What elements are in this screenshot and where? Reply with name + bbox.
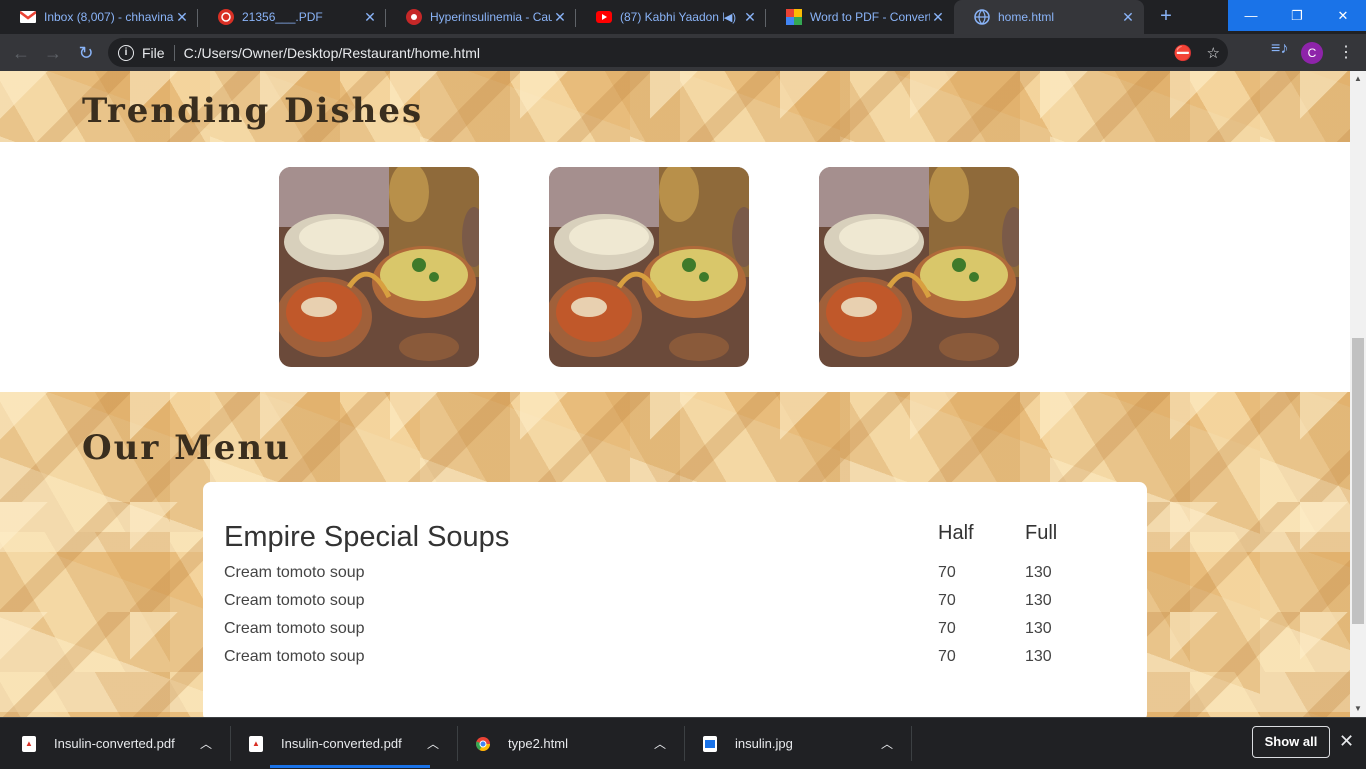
back-button[interactable]: ← [8, 40, 34, 66]
close-tab-icon[interactable]: ✕ [174, 9, 190, 26]
tab-title: Word to PDF - Convert [810, 10, 930, 24]
extension-blocked-icon[interactable]: ⛔ [1174, 44, 1193, 62]
download-divider [230, 726, 231, 761]
download-item[interactable]: insulin.jpg ︿ [703, 718, 912, 769]
gmail-icon [20, 9, 36, 25]
download-item[interactable]: ▲ Insulin-converted.pdf ︿ [22, 718, 231, 769]
health-site-icon [406, 9, 422, 25]
browser-toolbar: ← → ↻ i File C:/Users/Owner/Desktop/Rest… [0, 34, 1366, 71]
download-divider [684, 726, 685, 761]
tab-pdf[interactable]: 21356___.PDF ✕ [198, 0, 386, 34]
menu-item-full-price: 130 [1025, 564, 1052, 581]
close-tab-icon[interactable]: ✕ [552, 9, 568, 26]
close-tab-icon[interactable]: ✕ [930, 9, 946, 26]
bookmark-star-icon[interactable]: ☆ [1207, 44, 1220, 62]
scheme-label: File [142, 44, 165, 61]
trending-title: Trending Dishes [82, 91, 424, 131]
download-item[interactable]: type2.html ︿ [476, 718, 685, 769]
tab-word-to-pdf[interactable]: Word to PDF - Convert ✕ [766, 0, 954, 34]
tab-home-html[interactable]: home.html ✕ [954, 0, 1144, 34]
column-full-header: Full [1025, 522, 1058, 544]
chevron-up-icon[interactable]: ︿ [200, 735, 212, 752]
download-filename: type2.html [508, 736, 568, 751]
tab-title: home.html [998, 10, 1055, 24]
close-shelf-icon[interactable]: ✕ [1339, 731, 1354, 752]
dish-image[interactable] [819, 167, 1019, 367]
tab-gmail[interactable]: Inbox (8,007) - chhavina ✕ [0, 0, 198, 34]
close-tab-icon[interactable]: ✕ [742, 9, 758, 26]
page-scrollbar[interactable]: ▲ ▼ [1350, 71, 1366, 717]
restore-button[interactable]: ❐ [1274, 0, 1320, 31]
minimize-button[interactable]: — [1228, 0, 1274, 31]
speaker-icon[interactable]: ◀) [724, 11, 736, 24]
page-viewport: Trending Dishes Our Menu Empire Special … [0, 71, 1350, 717]
download-filename: insulin.jpg [735, 736, 793, 751]
converter-icon [786, 9, 802, 25]
tab-hyperinsulinemia[interactable]: Hyperinsulinemia - Cau ✕ [386, 0, 576, 34]
menu-item-half-price: 70 [938, 564, 956, 581]
menu-item-name: Cream tomoto soup [224, 620, 365, 637]
dish-image[interactable] [279, 167, 479, 367]
globe-icon [974, 9, 990, 25]
tab-title: 21356___.PDF [242, 10, 323, 24]
info-icon[interactable]: i [118, 44, 134, 61]
tab-title: Inbox (8,007) - chhavina [44, 10, 174, 24]
menu-item-half-price: 70 [938, 620, 956, 637]
pdf-app-icon [218, 9, 234, 25]
omnibox-divider [173, 44, 175, 61]
menu-kebab-icon[interactable]: ⋮ [1338, 42, 1354, 62]
media-control-icon[interactable]: ≡♪ [1271, 40, 1288, 58]
menu-title: Our Menu [82, 428, 291, 468]
avatar[interactable]: C [1301, 42, 1323, 64]
download-shelf: ▲ Insulin-converted.pdf ︿ ▲ Insulin-conv… [0, 717, 1366, 768]
tab-title: (87) Kabhi Yaadon M [620, 10, 724, 24]
menu-card: Empire Special Soups Half Full Cream tom… [203, 482, 1147, 717]
pdf-file-icon: ▲ [22, 735, 36, 752]
chevron-up-icon[interactable]: ︿ [427, 735, 439, 752]
address-bar[interactable]: i File C:/Users/Owner/Desktop/Restaurant… [108, 38, 1228, 67]
tab-youtube[interactable]: (87) Kabhi Yaadon M ◀) ✕ [576, 0, 766, 34]
dish-image[interactable] [549, 167, 749, 367]
close-tab-icon[interactable]: ✕ [1120, 9, 1136, 26]
chevron-up-icon[interactable]: ︿ [654, 735, 666, 752]
trending-header-band: Trending Dishes [0, 71, 1350, 142]
menu-item-name: Cream tomoto soup [224, 648, 365, 665]
new-tab-button[interactable]: + [1155, 5, 1177, 27]
scroll-thumb[interactable] [1352, 338, 1364, 624]
scroll-up-arrow-icon[interactable]: ▲ [1350, 71, 1366, 87]
pdf-file-icon: ▲ [249, 735, 263, 752]
close-window-button[interactable]: ✕ [1320, 0, 1366, 31]
url-text[interactable]: C:/Users/Owner/Desktop/Restaurant/home.h… [184, 45, 480, 61]
scroll-down-arrow-icon[interactable]: ▼ [1350, 701, 1366, 717]
menu-item-half-price: 70 [938, 592, 956, 609]
menu-item-full-price: 130 [1025, 592, 1052, 609]
chrome-file-icon [476, 736, 490, 752]
download-item[interactable]: ▲ Insulin-converted.pdf ︿ [249, 718, 458, 769]
reload-button[interactable]: ↻ [73, 40, 99, 66]
menu-item-full-price: 130 [1025, 620, 1052, 637]
forward-button[interactable]: → [40, 40, 66, 66]
chevron-up-icon[interactable]: ︿ [881, 735, 893, 752]
download-filename: Insulin-converted.pdf [281, 736, 402, 751]
tab-strip: Inbox (8,007) - chhavina ✕ 21356___.PDF … [0, 0, 1366, 34]
menu-item-half-price: 70 [938, 648, 956, 665]
column-half-header: Half [938, 522, 974, 544]
menu-item-full-price: 130 [1025, 648, 1052, 665]
show-all-button[interactable]: Show all [1252, 726, 1330, 758]
menu-item-name: Cream tomoto soup [224, 564, 365, 581]
tab-title: Hyperinsulinemia - Cau [430, 10, 552, 24]
image-file-icon [703, 735, 717, 752]
close-tab-icon[interactable]: ✕ [362, 9, 378, 26]
download-divider [457, 726, 458, 761]
download-filename: Insulin-converted.pdf [54, 736, 175, 751]
menu-category-title: Empire Special Soups [224, 521, 510, 553]
youtube-icon [596, 9, 612, 25]
download-divider [911, 726, 912, 761]
menu-item-name: Cream tomoto soup [224, 592, 365, 609]
